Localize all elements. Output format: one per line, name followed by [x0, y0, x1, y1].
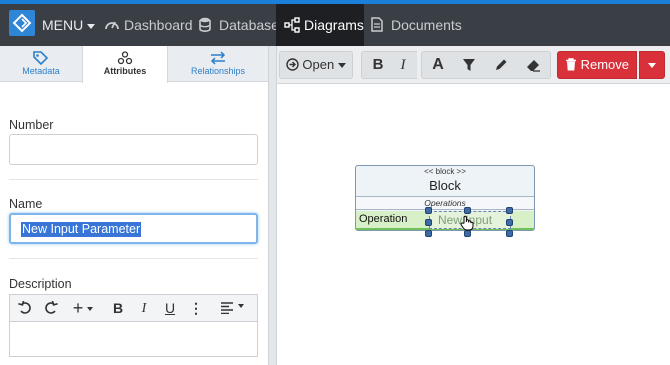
logo-icon[interactable] — [9, 10, 35, 36]
menu-button[interactable]: MENU — [42, 4, 96, 46]
align-icon[interactable] — [214, 295, 250, 322]
database-icon — [199, 17, 211, 32]
nav-item-label: Diagrams — [304, 17, 364, 33]
chevron-down-icon — [648, 63, 656, 69]
remove-dropdown-button[interactable] — [639, 51, 665, 79]
resize-handle[interactable] — [464, 207, 471, 214]
italic-icon[interactable]: I — [393, 52, 413, 78]
nav-item-documents[interactable]: Documents — [371, 4, 462, 46]
resize-handle[interactable] — [464, 230, 471, 237]
description-label: Description — [9, 277, 72, 291]
redo-icon[interactable] — [40, 295, 62, 322]
resize-handle[interactable] — [506, 207, 513, 214]
tab-attributes[interactable]: Attributes — [82, 46, 168, 83]
resize-handle[interactable] — [425, 219, 432, 226]
more-icon[interactable]: ⋮ — [188, 295, 204, 322]
diagrams-icon — [284, 17, 300, 33]
resize-handle[interactable] — [425, 230, 432, 237]
rich-text-toolbar: + B I U ⋮ — [9, 294, 258, 322]
trash-icon — [565, 58, 576, 71]
panel-splitter[interactable] — [268, 46, 277, 365]
tab-label: Metadata — [22, 66, 60, 76]
tab-label: Relationships — [190, 66, 246, 76]
bold-icon[interactable]: B — [368, 52, 388, 78]
top-navbar: MENU Dashboard Database Diagrams Documen… — [0, 0, 670, 46]
chevron-down-icon — [238, 304, 244, 309]
nav-item-label: Documents — [391, 17, 462, 33]
tab-metadata[interactable]: Metadata — [0, 46, 82, 82]
remove-label: Remove — [580, 57, 630, 72]
app-window: MENU Dashboard Database Diagrams Documen… — [0, 0, 670, 365]
open-button[interactable]: Open — [279, 51, 353, 79]
font-icon[interactable]: A — [428, 52, 448, 78]
operation-label: Operation — [359, 213, 408, 225]
italic-icon[interactable]: I — [134, 295, 154, 322]
resize-handle[interactable] — [425, 207, 432, 214]
nav-item-diagrams[interactable]: Diagrams — [276, 4, 364, 46]
description-editor[interactable] — [9, 321, 258, 357]
chevron-down-icon — [87, 307, 94, 312]
menu-label: MENU — [42, 17, 84, 33]
open-label: Open — [302, 57, 335, 72]
number-field[interactable] — [9, 134, 258, 165]
tab-label: Attributes — [103, 66, 147, 76]
tag-icon — [33, 51, 49, 65]
insert-icon[interactable]: + — [68, 295, 98, 322]
block-name: Block — [429, 178, 461, 193]
number-label: Number — [9, 118, 54, 132]
dashboard-icon — [105, 21, 119, 30]
undo-icon[interactable] — [14, 295, 36, 322]
chevron-down-icon — [87, 23, 96, 29]
resize-handle[interactable] — [506, 219, 513, 226]
properties-panel: Metadata Attributes Relationships Number… — [0, 46, 268, 365]
name-field[interactable]: New Input Parameter — [9, 213, 258, 244]
nav-item-database[interactable]: Database — [199, 4, 279, 46]
tab-relationships[interactable]: Relationships — [168, 46, 268, 82]
diagram-toolbar: Open B I A Remove — [277, 46, 670, 84]
text-style-group: B I — [361, 51, 417, 79]
diagram-canvas[interactable]: << block >> Block Operations Operation N… — [277, 85, 670, 365]
name-value-selected: New Input Parameter — [21, 222, 142, 237]
resize-handle[interactable] — [506, 230, 513, 237]
attributes-icon — [117, 51, 133, 65]
underline-icon[interactable]: U — [160, 295, 180, 322]
properties-tabs: Metadata Attributes Relationships — [0, 46, 268, 83]
eraser-icon[interactable] — [526, 58, 541, 72]
document-icon — [371, 17, 383, 32]
pencil-icon[interactable] — [494, 58, 508, 72]
format-group: A — [421, 51, 551, 79]
name-label: Name — [9, 197, 43, 211]
hand-cursor-icon — [460, 215, 474, 231]
divider — [9, 258, 258, 259]
remove-button[interactable]: Remove — [557, 51, 637, 79]
divider — [9, 179, 258, 180]
filter-icon[interactable] — [462, 58, 476, 72]
relationships-icon — [210, 51, 226, 65]
open-arrow-icon — [286, 58, 299, 71]
bold-icon[interactable]: B — [108, 295, 128, 322]
nav-item-label: Database — [219, 17, 279, 33]
block-stereotype: << block >> — [424, 167, 466, 176]
nav-item-dashboard[interactable]: Dashboard — [104, 4, 193, 46]
chevron-down-icon — [338, 63, 347, 69]
nav-item-label: Dashboard — [124, 17, 193, 33]
